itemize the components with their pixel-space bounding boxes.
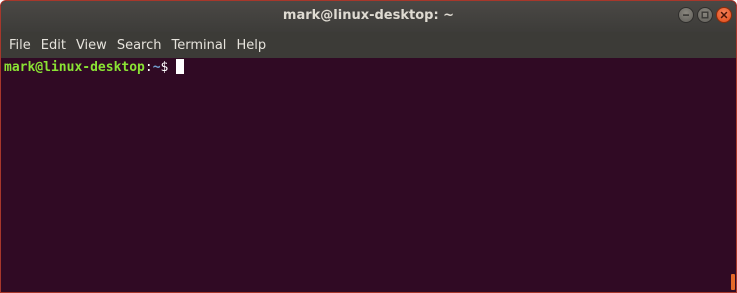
close-icon <box>720 11 728 19</box>
prompt-line: mark@linux-desktop:~$ <box>4 59 185 76</box>
menu-terminal[interactable]: Terminal <box>166 33 231 59</box>
prompt-separator: : <box>144 60 153 75</box>
scrollbar-thumb[interactable] <box>731 274 735 290</box>
minimize-icon <box>683 14 689 16</box>
minimize-button[interactable] <box>678 7 694 23</box>
close-button[interactable] <box>716 7 732 23</box>
prompt-path: ~ <box>152 60 161 75</box>
maximize-icon <box>701 11 709 19</box>
window-title: mark@linux-desktop: ~ <box>282 8 455 23</box>
title-bar[interactable]: mark@linux-desktop: ~ <box>1 1 736 32</box>
terminal-area[interactable]: mark@linux-desktop:~$ <box>1 58 736 292</box>
menu-file[interactable]: File <box>1 33 36 59</box>
prompt-user-host: mark@linux-desktop <box>4 60 145 75</box>
prompt-symbol: $ <box>160 60 169 75</box>
menu-search[interactable]: Search <box>112 33 167 59</box>
terminal-window: mark@linux-desktop: ~ File Edit View Sea… <box>0 0 737 293</box>
menu-view[interactable]: View <box>71 33 112 59</box>
menu-bar: File Edit View Search Terminal Help <box>1 32 736 58</box>
window-controls <box>678 7 732 25</box>
text-cursor <box>176 59 185 74</box>
menu-help[interactable]: Help <box>231 33 271 59</box>
maximize-button[interactable] <box>697 7 713 23</box>
menu-edit[interactable]: Edit <box>36 33 71 59</box>
